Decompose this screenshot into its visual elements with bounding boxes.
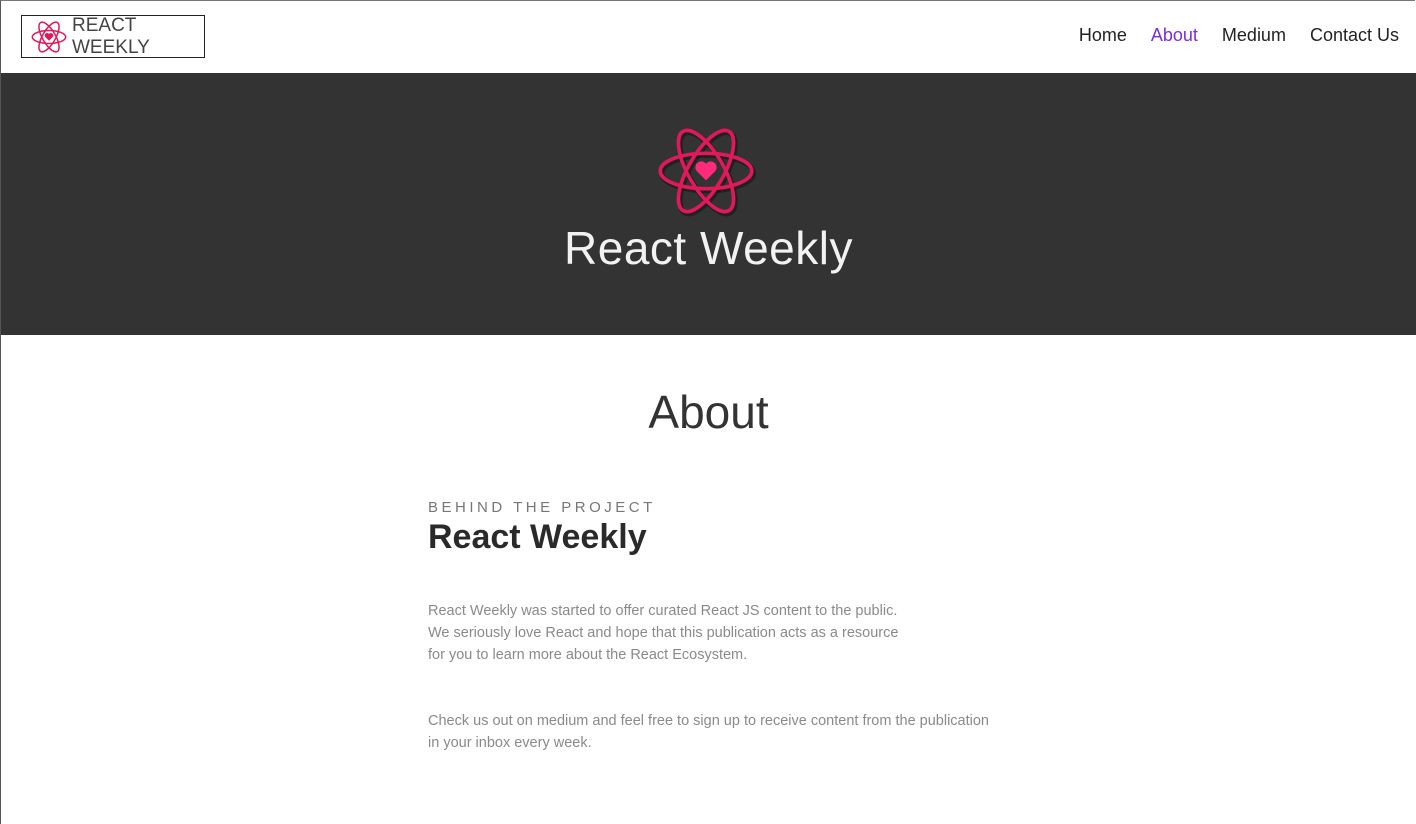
page: REACT WEEKLY Home About Medium Contact U… (0, 0, 1416, 824)
nav-link-medium[interactable]: Medium (1222, 25, 1286, 46)
nav-link-about[interactable]: About (1151, 25, 1198, 46)
nav-link-home[interactable]: Home (1079, 25, 1127, 46)
page-title: About (648, 386, 769, 438)
section-eyebrow: BEHIND THE PROJECT (428, 499, 656, 516)
about-paragraph: Check us out on medium and feel free to … (428, 713, 989, 751)
navbar: REACT WEEKLY Home About Medium Contact U… (1, 1, 1415, 73)
section-title: React Weekly (428, 518, 647, 556)
react-atom-heart-icon (658, 128, 756, 217)
brand-logo-link[interactable]: REACT WEEKLY (21, 15, 205, 58)
react-atom-heart-icon (31, 20, 67, 53)
about-section: BEHIND THE PROJECT React Weekly React We… (428, 499, 1028, 751)
brand-text: REACT WEEKLY (72, 14, 150, 58)
nav-links: Home About Medium Contact Us (1055, 25, 1399, 46)
hero-title: React Weekly (564, 222, 853, 274)
hero-banner: React Weekly (1, 73, 1416, 335)
about-paragraph: React Weekly was started to offer curate… (428, 603, 899, 663)
nav-link-contact-us[interactable]: Contact Us (1310, 25, 1399, 46)
